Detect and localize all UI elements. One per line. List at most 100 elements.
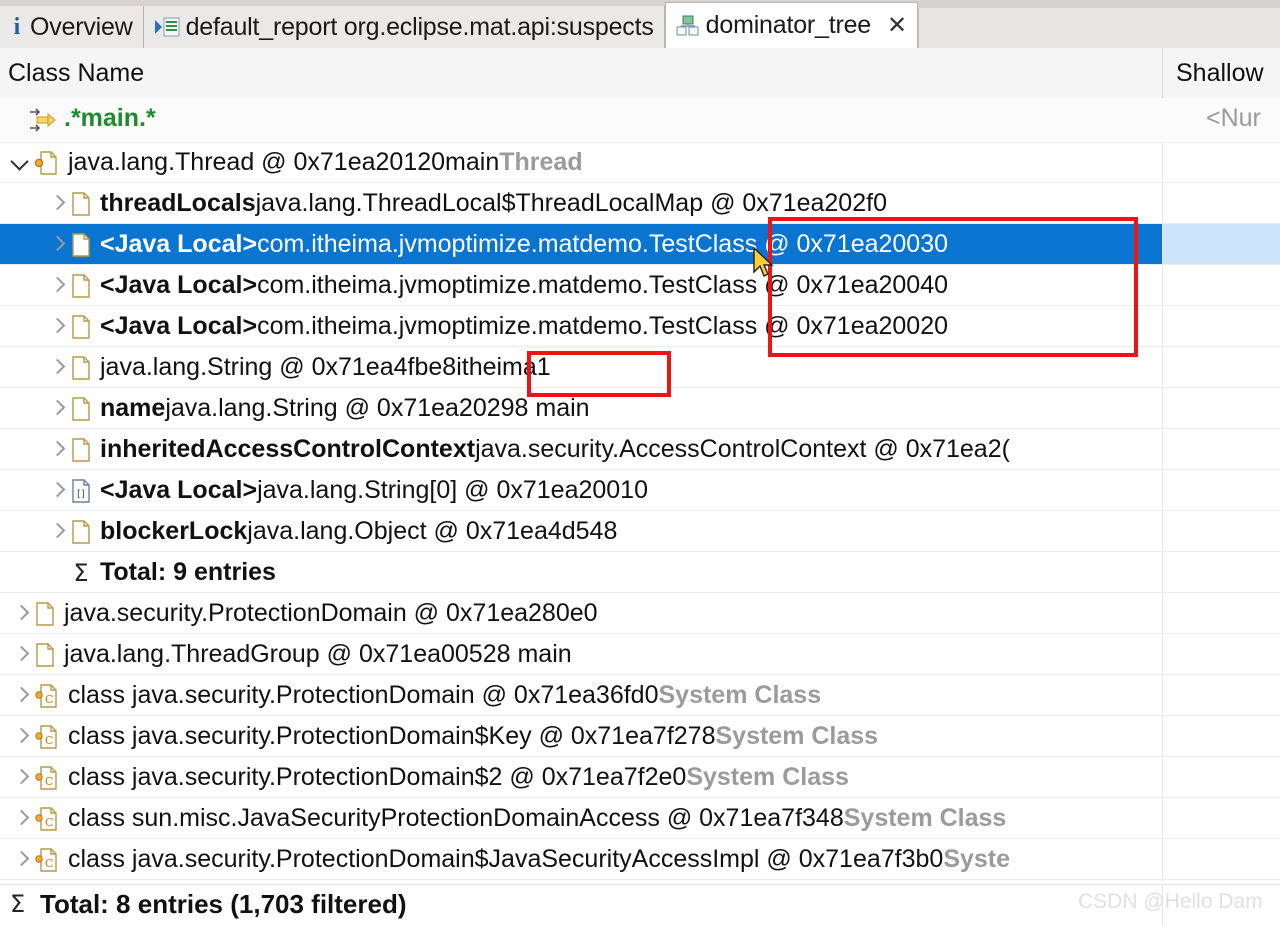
chevron-right-icon[interactable]	[44, 314, 70, 340]
tree-rows-container[interactable]: java.lang.Thread @ 0x71ea20120 main Thre…	[0, 142, 1280, 884]
tree-row-text: threadLocals	[100, 189, 256, 217]
tab-default-report[interactable]: default_report org.eclipse.mat.api:suspe…	[143, 6, 665, 48]
tree-row[interactable]: [] <Java Local> java.lang.String[0] @ 0x7…	[0, 470, 1280, 511]
tree-row-text: Total: 9 entries	[100, 558, 276, 586]
sigma-icon: Σ	[10, 890, 26, 918]
row-column-divider	[1162, 675, 1163, 715]
tree-row-text: main	[445, 148, 500, 176]
close-icon[interactable]: ✕	[887, 13, 907, 38]
tree-row-text: class sun.misc.JavaSecurityProtectionDom…	[68, 804, 844, 832]
tree-row-text: java.lang.ThreadGroup @ 0x71ea00528 main	[64, 640, 572, 668]
tree-row[interactable]: Cclass java.security.ProtectionDomain$Ja…	[0, 839, 1280, 880]
tree-row[interactable]: inheritedAccessControlContext java.secur…	[0, 429, 1280, 470]
tree-row-text: java.security.AccessControlContext @ 0x7…	[475, 435, 1010, 463]
chevron-right-icon[interactable]	[8, 806, 34, 832]
tree-row[interactable]: <Java Local> com.itheima.jvmoptimize.mat…	[0, 224, 1280, 265]
row-column-divider	[1162, 429, 1163, 469]
tree-row-text: class java.security.ProtectionDomain$Jav…	[68, 845, 944, 873]
tree-row-content: name java.lang.String @ 0x71ea20298 main	[44, 388, 590, 428]
row-column-divider	[1162, 347, 1163, 387]
chevron-right-icon[interactable]	[44, 478, 70, 504]
column-header-class-name[interactable]: Class Name	[8, 48, 144, 98]
tree-row[interactable]: <Java Local> com.itheima.jvmoptimize.mat…	[0, 306, 1280, 347]
chevron-right-icon[interactable]	[8, 642, 34, 668]
tree-row[interactable]: threadLocals java.lang.ThreadLocal$Threa…	[0, 183, 1280, 224]
tree-row[interactable]: Cclass java.security.ProtectionDomain$Ke…	[0, 716, 1280, 757]
chevron-right-icon[interactable]	[8, 724, 34, 750]
tree-row-text: java.lang.String @ 0x71ea20298 main	[165, 394, 590, 422]
tree-row-text: java.lang.ThreadLocal$ThreadLocalMap @ 0…	[255, 189, 887, 217]
tree-row-content: [] <Java Local> java.lang.String[0] @ 0x7…	[44, 470, 648, 510]
chevron-right-icon[interactable]	[44, 396, 70, 422]
tree-row-text: <Java Local>	[100, 271, 258, 299]
tree-row[interactable]: <Java Local> com.itheima.jvmoptimize.mat…	[0, 265, 1280, 306]
tab-bar-filler	[918, 8, 1280, 48]
row-column-divider	[1162, 142, 1163, 182]
tree-row-text: java.lang.String @ 0x71ea4fbe8	[100, 353, 457, 381]
chevron-right-icon[interactable]	[8, 847, 34, 873]
filter-row: .*main.* <Nur	[0, 98, 1280, 143]
filter-pattern-input[interactable]: .*main.*	[64, 104, 156, 133]
editor-tab-bar: i Overview default_report org.eclipse.ma…	[0, 0, 1280, 49]
filter-icon	[28, 107, 56, 133]
tab-overview[interactable]: i Overview	[0, 6, 144, 48]
watermark-text: CSDN @Hello Dam	[1078, 890, 1263, 913]
tree-row[interactable]: Σ Total: 9 entries	[0, 552, 1280, 593]
chevron-right-icon[interactable]	[44, 273, 70, 299]
object-icon	[34, 642, 56, 668]
class-icon: C	[34, 724, 60, 750]
chevron-right-icon[interactable]	[44, 191, 70, 217]
tree-row-text: itheima1	[456, 353, 551, 381]
tree-row[interactable]: name java.lang.String @ 0x71ea20298 main	[0, 388, 1280, 429]
row-column-divider	[1162, 306, 1163, 346]
tree-row-text: java.lang.Object @ 0x71ea4d548	[247, 517, 618, 545]
tree-row[interactable]: java.lang.ThreadGroup @ 0x71ea00528 main	[0, 634, 1280, 675]
chevron-right-icon[interactable]	[8, 765, 34, 791]
tree-row[interactable]: Cclass java.security.ProtectionDomain @ …	[0, 675, 1280, 716]
column-divider[interactable]	[1162, 48, 1163, 98]
tree-row[interactable]: java.security.ProtectionDomain @ 0x71ea2…	[0, 593, 1280, 634]
footer-total-label: Total: 8 entries (1,703 filtered)	[40, 889, 407, 919]
row-column-divider	[1162, 265, 1163, 305]
tree-row[interactable]: Cclass java.security.ProtectionDomain$2 …	[0, 757, 1280, 798]
report-icon	[154, 16, 180, 38]
chevron-down-icon[interactable]	[8, 150, 34, 176]
row-column-divider	[1162, 224, 1163, 264]
tree-row[interactable]: Cclass sun.misc.JavaSecurityProtectionDo…	[0, 798, 1280, 839]
svg-text:C: C	[45, 816, 53, 829]
chevron-right-icon[interactable]	[44, 232, 70, 258]
chevron-right-icon[interactable]	[8, 683, 34, 709]
row-column-divider	[1162, 839, 1163, 879]
tree-row[interactable]: blockerLock java.lang.Object @ 0x71ea4d5…	[0, 511, 1280, 552]
filter-shallow-input[interactable]: <Nur	[1206, 104, 1261, 133]
tree-row-content: <Java Local> com.itheima.jvmoptimize.mat…	[44, 265, 948, 305]
tree-row-text: Thread	[499, 148, 583, 176]
column-header-row: Class Name Shallow	[0, 48, 1280, 99]
info-icon: i	[13, 14, 21, 40]
chevron-right-icon[interactable]	[44, 355, 70, 381]
tree-row-text: inheritedAccessControlContext	[100, 435, 476, 463]
tree-row-content: Cclass java.security.ProtectionDomain$Ja…	[8, 839, 1010, 879]
tree-row-text: class java.security.ProtectionDomain @ 0…	[68, 681, 659, 709]
svg-text:C: C	[45, 775, 53, 788]
chevron-right-icon[interactable]	[44, 519, 70, 545]
chevron-right-icon[interactable]	[44, 437, 70, 463]
object-icon	[70, 396, 92, 422]
tree-row-text: System Class	[686, 763, 849, 791]
tree-row[interactable]: java.lang.Thread @ 0x71ea20120 main Thre…	[0, 142, 1280, 183]
tree-row-content: java.lang.String @ 0x71ea4fbe8 itheima1	[44, 347, 551, 387]
tree-row-content: java.lang.ThreadGroup @ 0x71ea00528 main	[8, 634, 572, 674]
class-icon: C	[34, 806, 60, 832]
tree-row-text: System Class	[715, 722, 879, 750]
tree-row[interactable]: java.lang.String @ 0x71ea4fbe8 itheima1	[0, 347, 1280, 388]
chevron-right-icon[interactable]	[8, 601, 34, 627]
row-column-divider	[1162, 593, 1163, 633]
column-header-shallow[interactable]: Shallow	[1176, 48, 1264, 98]
tree-row-content: java.lang.Thread @ 0x71ea20120 main Thre…	[8, 142, 583, 182]
tab-dominator-tree[interactable]: dominator_tree ✕	[664, 2, 919, 48]
tab-default-report-label: default_report org.eclipse.mat.api:suspe…	[185, 12, 654, 41]
object-icon	[70, 519, 92, 545]
row-selection-halo	[1162, 224, 1280, 264]
class-icon: C	[34, 765, 60, 791]
